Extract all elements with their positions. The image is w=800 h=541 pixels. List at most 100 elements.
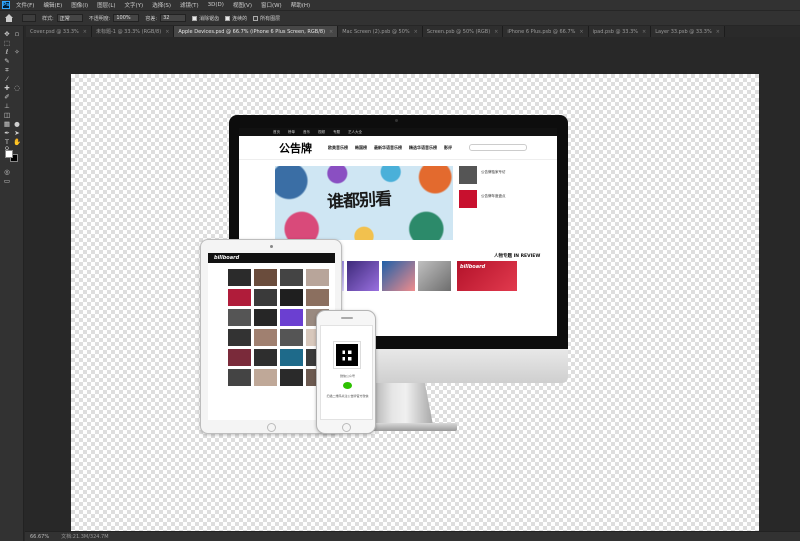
antialias-option[interactable]: 消除锯齿	[192, 15, 219, 22]
menu-help[interactable]: 帮助(H)	[291, 1, 310, 9]
tab-label: Apple Devices.psd @ 66.7% (iPhone 6 Plus…	[178, 28, 326, 35]
tab-label: Mac Screen (2).psb @ 50%	[342, 28, 410, 35]
tolerance-input[interactable]: 32	[160, 14, 187, 22]
close-icon[interactable]: ×	[165, 29, 169, 35]
artboard-tool-icon[interactable]: ▫	[13, 30, 21, 38]
zoom-level[interactable]: 66.67%	[30, 534, 49, 540]
home-icon[interactable]	[4, 13, 14, 23]
close-icon[interactable]: ×	[642, 29, 646, 35]
menu-bar: Ps 文件(F) 编辑(E) 图像(I) 图层(L) 文字(Y) 选择(S) 滤…	[0, 0, 800, 10]
home-button-icon	[342, 423, 351, 432]
speaker-icon	[341, 317, 353, 319]
site-top-nav: 首页 榜单 音乐 视频 专题 艺人大全	[239, 128, 557, 136]
opacity-option: 不透明度: 100%	[89, 14, 140, 22]
banner-title: 谁都别看	[326, 189, 392, 213]
grid-photo	[254, 349, 277, 366]
marquee-tool-icon[interactable]: ⬚	[3, 39, 11, 47]
close-icon[interactable]: ×	[579, 29, 583, 35]
tab-layer-33[interactable]: Layer 33.psb @ 33.3% ×	[651, 26, 725, 37]
tab-untitled[interactable]: 未标题-1 @ 33.3% (RGB/8) ×	[92, 26, 175, 37]
contiguous-option[interactable]: 连续的	[225, 15, 247, 22]
site-search-box	[469, 144, 527, 151]
tool-preset-picker[interactable]	[22, 14, 36, 22]
tab-ipad[interactable]: ipad.psb @ 33.3% ×	[588, 26, 652, 37]
grid-photo	[254, 269, 277, 286]
close-icon[interactable]: ×	[329, 29, 333, 35]
site-section-in-review: 人物专题 IN REVIEW	[494, 254, 541, 259]
grid-photo	[254, 369, 277, 386]
menu-type[interactable]: 文字(Y)	[125, 1, 144, 9]
crop-tool-icon[interactable]: ⌗	[3, 66, 11, 74]
menu-view[interactable]: 视图(V)	[233, 1, 252, 9]
path-select-tool-icon[interactable]: ➤	[13, 129, 21, 137]
grid-photo	[306, 289, 329, 306]
dodge-tool-icon[interactable]: ●	[13, 120, 21, 128]
style-option: 样式: 正常	[42, 14, 83, 22]
menu-layer[interactable]: 图层(L)	[97, 1, 115, 9]
style-select[interactable]: 正常	[56, 14, 83, 22]
foreground-color-swatch[interactable]	[5, 150, 13, 158]
options-bar: 样式: 正常 不透明度: 100% 容差: 32 消除锯齿 连续的 所有图层	[0, 10, 800, 26]
menu-file[interactable]: 文件(F)	[16, 1, 34, 9]
pen-tool-icon[interactable]: ✒	[3, 129, 11, 137]
menu-filter[interactable]: 滤镜(T)	[180, 1, 199, 9]
brush-tool-icon[interactable]: ✐	[3, 93, 11, 101]
close-icon[interactable]: ×	[716, 29, 720, 35]
magic-wand-tool-icon[interactable]: ✧	[13, 48, 21, 56]
lasso-tool-icon[interactable]: ℓ	[3, 48, 11, 56]
menu-select[interactable]: 选择(S)	[152, 1, 171, 9]
grid-photo	[280, 369, 303, 386]
news-thumb	[382, 261, 416, 291]
eyedropper-tool-icon[interactable]: ⁄	[3, 75, 11, 83]
tab-screen[interactable]: Screen.psb @ 50% (RGB) ×	[422, 26, 504, 37]
grid-photo	[254, 309, 277, 326]
side-card-thumb	[459, 166, 477, 184]
tab-label: Screen.psb @ 50% (RGB)	[426, 28, 491, 35]
antialias-label: 消除锯齿	[199, 15, 220, 22]
antialias-checkbox[interactable]	[192, 15, 198, 21]
iphone-mockup[interactable]: 微信公众号 扫描二维码关注公告牌官方微信	[316, 310, 376, 434]
screen-mode-icon[interactable]: ▭	[3, 177, 11, 185]
grid-photo	[280, 329, 303, 346]
site-logo: 公告牌	[279, 141, 312, 155]
healing-tool-icon[interactable]: ✚	[3, 84, 11, 92]
all-layers-checkbox[interactable]	[253, 15, 259, 21]
grid-photo	[306, 269, 329, 286]
grid-photo	[254, 289, 277, 306]
tab-iphone-6-plus[interactable]: iPhone 6 Plus.psb @ 66.7% ×	[503, 26, 589, 37]
close-icon[interactable]: ×	[414, 29, 418, 35]
close-icon[interactable]: ×	[83, 29, 87, 35]
eraser-tool-icon[interactable]: ◫	[3, 111, 11, 119]
quick-select-tool-icon[interactable]: ✎	[3, 57, 11, 65]
site-topnav-item: 专题	[333, 129, 340, 134]
hand-tool-icon[interactable]: ✋	[13, 138, 21, 146]
patch-tool-icon[interactable]: ◌	[13, 84, 21, 92]
contiguous-label: 连续的	[232, 15, 248, 22]
tab-apple-devices[interactable]: Apple Devices.psd @ 66.7% (iPhone 6 Plus…	[174, 26, 339, 37]
opacity-input[interactable]: 100%	[113, 14, 140, 22]
menu-edit[interactable]: 编辑(E)	[43, 1, 62, 9]
grid-photo	[228, 349, 251, 366]
menu-3d[interactable]: 3D(D)	[208, 2, 224, 8]
news-thumb	[346, 261, 380, 291]
close-icon[interactable]: ×	[494, 29, 498, 35]
camera-icon	[270, 245, 273, 248]
tab-label: Cover.psd @ 33.3%	[30, 28, 79, 35]
site-topnav-item: 首页	[273, 129, 280, 134]
billboard-logo: billboard	[460, 264, 486, 270]
all-layers-option[interactable]: 所有图层	[253, 15, 280, 22]
menu-window[interactable]: 窗口(W)	[261, 1, 282, 9]
quick-mask-icon[interactable]: ◎	[3, 168, 11, 176]
document-info[interactable]: 文档:21.3M/324.7M	[61, 533, 108, 540]
contiguous-checkbox[interactable]	[225, 15, 231, 21]
site-nav-link: 韩国榜	[355, 144, 367, 150]
menu-image[interactable]: 图像(I)	[71, 1, 88, 9]
style-label: 样式:	[42, 15, 54, 22]
iphone-caption-title: 微信公众号	[339, 374, 355, 378]
tab-mac-screen[interactable]: Mac Screen (2).psb @ 50% ×	[338, 26, 423, 37]
gradient-tool-icon[interactable]: ▦	[3, 120, 11, 128]
opacity-label: 不透明度:	[88, 15, 111, 22]
move-tool-icon[interactable]: ✥	[3, 30, 11, 38]
stamp-tool-icon[interactable]: ⊥	[3, 102, 11, 110]
tab-cover[interactable]: Cover.psd @ 33.3% ×	[26, 26, 92, 37]
